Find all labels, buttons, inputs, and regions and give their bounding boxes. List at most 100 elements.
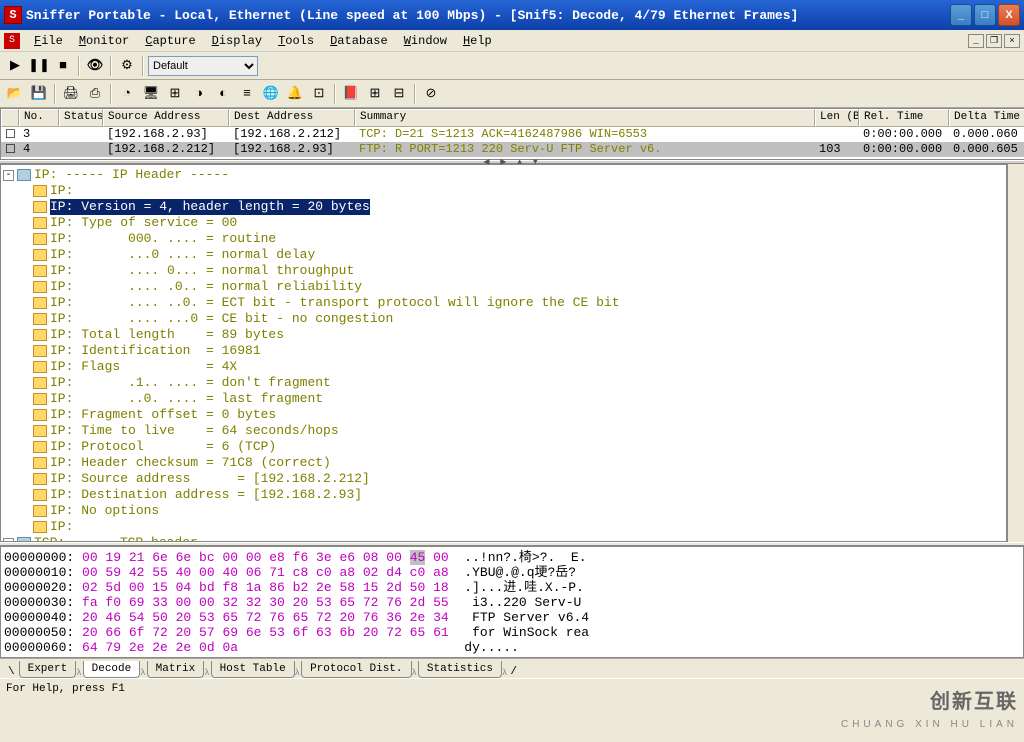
hex-line[interactable]: 00000060: 64 79 2e 2e 2e 0d 0a dy..... bbox=[4, 640, 1020, 655]
menu-window[interactable]: Window bbox=[396, 32, 455, 50]
printers-icon[interactable]: ⎙ bbox=[84, 83, 106, 105]
decode-line[interactable]: IP: bbox=[3, 183, 1004, 199]
alarms-icon[interactable]: 🔔 bbox=[284, 83, 306, 105]
decode-line[interactable]: -TCP: ----- TCP header ----- bbox=[3, 535, 1004, 542]
col-header[interactable]: Summary bbox=[355, 109, 815, 127]
decode-line[interactable]: IP: Protocol = 6 (TCP) bbox=[3, 439, 1004, 455]
tree-icon bbox=[33, 297, 47, 309]
pause-button[interactable]: ❚❚ bbox=[28, 55, 50, 77]
decode-line[interactable]: IP: Version = 4, header length = 20 byte… bbox=[3, 199, 1004, 215]
binoculars-icon[interactable]: 👁 bbox=[84, 55, 106, 77]
dashboard-icon[interactable]: ◔ bbox=[116, 83, 138, 105]
decode-line[interactable]: IP: .... .0.. = normal reliability bbox=[3, 279, 1004, 295]
tab-statistics[interactable]: Statistics bbox=[418, 661, 502, 678]
protocol-icon[interactable]: ◐ bbox=[212, 83, 234, 105]
switch-icon[interactable]: ⊡ bbox=[308, 83, 330, 105]
menu-file[interactable]: File bbox=[26, 32, 71, 50]
decode-line[interactable]: IP: 000. .... = routine bbox=[3, 231, 1004, 247]
decode-line[interactable]: IP: Time to live = 64 seconds/hops bbox=[3, 423, 1004, 439]
decode-tree[interactable]: -IP: ----- IP Header -----IP:IP: Version… bbox=[0, 164, 1007, 542]
decode-line[interactable]: IP: Type of service = 00 bbox=[3, 215, 1004, 231]
decode-line[interactable]: IP: .... 0... = normal throughput bbox=[3, 263, 1004, 279]
separator bbox=[54, 84, 56, 104]
hex-line[interactable]: 00000020: 02 5d 00 15 04 bd f8 1a 86 b2 … bbox=[4, 580, 1020, 595]
packet-row[interactable]: ☐4[192.168.2.212][192.168.2.93]FTP: R PO… bbox=[1, 142, 1024, 157]
matrix-icon[interactable]: ⊞ bbox=[164, 83, 186, 105]
decode-line[interactable]: IP: ..0. .... = last fragment bbox=[3, 391, 1004, 407]
filter-icon[interactable]: ⚙ bbox=[116, 55, 138, 77]
col-header[interactable]: Status bbox=[59, 109, 103, 127]
decode-line[interactable]: IP: .... ..0. = ECT bit - transport prot… bbox=[3, 295, 1004, 311]
decode-line[interactable]: IP: Fragment offset = 0 bytes bbox=[3, 407, 1004, 423]
tools2-icon[interactable]: ⊞ bbox=[364, 83, 386, 105]
hex-line[interactable]: 00000040: 20 46 54 50 20 53 65 72 76 65 … bbox=[4, 610, 1020, 625]
packet-list-header[interactable]: No.StatusSource AddressDest AddressSumma… bbox=[1, 109, 1024, 127]
decode-line[interactable]: IP: Flags = 4X bbox=[3, 359, 1004, 375]
mdi-restore-button[interactable]: ❐ bbox=[986, 34, 1002, 48]
hex-line[interactable]: 00000030: fa f0 69 33 00 00 32 32 30 20 … bbox=[4, 595, 1020, 610]
decode-line[interactable]: IP: Total length = 89 bytes bbox=[3, 327, 1004, 343]
tree-toggle[interactable]: - bbox=[3, 538, 14, 543]
decode-line[interactable]: IP: bbox=[3, 519, 1004, 535]
menu-monitor[interactable]: Monitor bbox=[71, 32, 137, 50]
maximize-button[interactable]: □ bbox=[974, 4, 996, 26]
decode-line[interactable]: IP: Identification = 16981 bbox=[3, 343, 1004, 359]
toolbar-capture: ▶ ❚❚ ■ 👁 ⚙ Default bbox=[0, 52, 1024, 80]
menu-database[interactable]: Database bbox=[322, 32, 396, 50]
packet-row[interactable]: ☐3[192.168.2.93][192.168.2.212]TCP: D=21… bbox=[1, 127, 1024, 142]
packet-list[interactable]: No.StatusSource AddressDest AddressSumma… bbox=[0, 108, 1024, 160]
mdi-minimize-button[interactable]: _ bbox=[968, 34, 984, 48]
decode-line[interactable]: IP: ...0 .... = normal delay bbox=[3, 247, 1004, 263]
tab-protocol-dist-[interactable]: Protocol Dist. bbox=[301, 661, 411, 678]
hex-pane[interactable]: 00000000: 00 19 21 6e 6e bc 00 00 e8 f6 … bbox=[0, 546, 1024, 658]
profile-select[interactable]: Default bbox=[148, 56, 258, 76]
decode-line[interactable]: IP: Destination address = [192.168.2.93] bbox=[3, 487, 1004, 503]
menu-help[interactable]: Help bbox=[455, 32, 500, 50]
tree-icon bbox=[33, 185, 47, 197]
col-header[interactable]: Rel. Time bbox=[859, 109, 949, 127]
play-button[interactable]: ▶ bbox=[4, 55, 26, 77]
tree-icon bbox=[17, 537, 31, 542]
decode-line[interactable]: IP: .... ...0 = CE bit - no congestion bbox=[3, 311, 1004, 327]
print-icon[interactable]: 🖨 bbox=[60, 83, 82, 105]
tab-host-table[interactable]: Host Table bbox=[211, 661, 295, 678]
stop-button[interactable]: ■ bbox=[52, 55, 74, 77]
hex-line[interactable]: 00000050: 20 66 6f 72 20 57 69 6e 53 6f … bbox=[4, 625, 1020, 640]
decode-line[interactable]: IP: Header checksum = 71C8 (correct) bbox=[3, 455, 1004, 471]
menu-display[interactable]: Display bbox=[204, 32, 270, 50]
global-icon[interactable]: 🌐 bbox=[260, 83, 282, 105]
col-header[interactable]: Dest Address bbox=[229, 109, 355, 127]
decode-line[interactable]: IP: .1.. .... = don't fragment bbox=[3, 375, 1004, 391]
tree-icon bbox=[33, 233, 47, 245]
col-header[interactable]: Delta Time bbox=[949, 109, 1024, 127]
menu-capture[interactable]: Capture bbox=[137, 32, 203, 50]
stop-icon[interactable]: ⊘ bbox=[420, 83, 442, 105]
hex-line[interactable]: 00000010: 00 59 42 55 40 00 40 06 71 c8 … bbox=[4, 565, 1020, 580]
tools3-icon[interactable]: ⊟ bbox=[388, 83, 410, 105]
hex-line[interactable]: 00000000: 00 19 21 6e 6e bc 00 00 e8 f6 … bbox=[4, 550, 1020, 565]
col-header[interactable] bbox=[1, 109, 19, 127]
mdi-close-button[interactable]: × bbox=[1004, 34, 1020, 48]
addrbook-icon[interactable]: 📕 bbox=[340, 83, 362, 105]
open-icon[interactable]: 📂 bbox=[4, 83, 26, 105]
tree-icon bbox=[33, 521, 47, 533]
decode-line[interactable]: -IP: ----- IP Header ----- bbox=[3, 167, 1004, 183]
decode-line[interactable]: IP: Source address = [192.168.2.212] bbox=[3, 471, 1004, 487]
save-icon[interactable]: 💾 bbox=[28, 83, 50, 105]
tab-matrix[interactable]: Matrix bbox=[147, 661, 205, 678]
tab-expert[interactable]: Expert bbox=[19, 661, 77, 678]
col-header[interactable]: Source Address bbox=[103, 109, 229, 127]
minimize-button[interactable]: _ bbox=[950, 4, 972, 26]
col-header[interactable]: Len (B bbox=[815, 109, 859, 127]
decode-line[interactable]: IP: No options bbox=[3, 503, 1004, 519]
history-icon[interactable]: ≡ bbox=[236, 83, 258, 105]
scrollbar-decode[interactable] bbox=[1007, 164, 1024, 542]
col-header[interactable]: No. bbox=[19, 109, 59, 127]
tree-icon bbox=[33, 489, 47, 501]
tab-decode[interactable]: Decode bbox=[83, 661, 141, 678]
tree-toggle[interactable]: - bbox=[3, 170, 14, 181]
close-button[interactable]: X bbox=[998, 4, 1020, 26]
hosts-icon[interactable]: 🖥 bbox=[140, 83, 162, 105]
menu-tools[interactable]: Tools bbox=[270, 32, 322, 50]
art-icon[interactable]: ◑ bbox=[188, 83, 210, 105]
